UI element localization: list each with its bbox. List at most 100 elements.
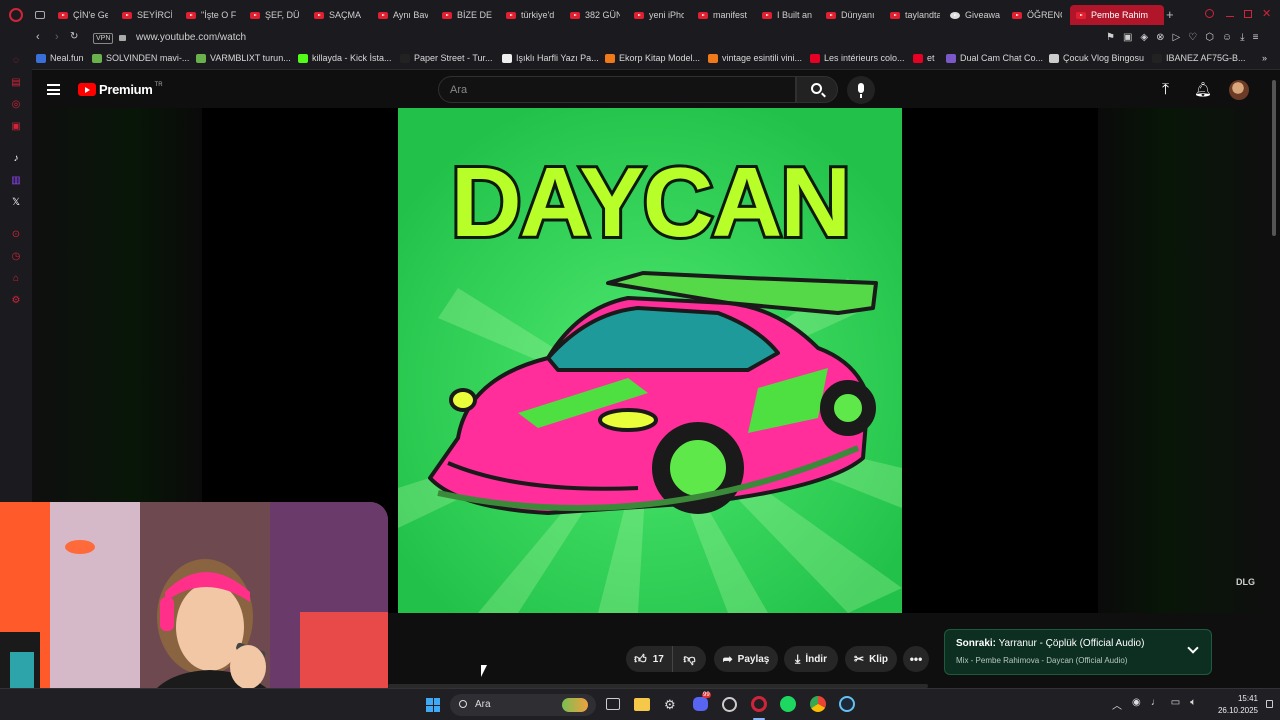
search-tabs-icon[interactable] — [1205, 9, 1214, 18]
channel-watermark[interactable]: DLG — [1236, 577, 1255, 587]
pinboard-icon[interactable]: ⌂ — [10, 273, 22, 285]
video-player[interactable]: DAYCAN — [398, 108, 902, 613]
browser-tab[interactable]: SEYİRCİ — [122, 5, 172, 25]
windows-start-icon[interactable] — [426, 698, 440, 712]
vpn-badge[interactable]: VPN — [93, 33, 114, 44]
bookmark-item[interactable]: SOLVINDEN mavi-... — [92, 53, 189, 63]
notification-center-icon[interactable] — [1266, 700, 1273, 708]
bookmark-item[interactable]: Işıklı Harfli Yazı Pa... — [502, 53, 599, 63]
profile-icon[interactable]: ☺ — [1222, 32, 1232, 43]
tray-display-icon[interactable]: ▭ — [1171, 697, 1180, 712]
bookmark-item[interactable]: Paper Street - Tur... — [400, 53, 493, 63]
upload-icon[interactable]: ⤒ — [1162, 81, 1169, 99]
messenger-icon[interactable]: ◎ — [10, 99, 22, 111]
new-tab-button[interactable]: + — [1166, 7, 1174, 22]
bookmark-item[interactable]: IBANEZ AF75G-B... — [1152, 53, 1246, 63]
bookmarks-overflow-chevron-icon[interactable]: » — [1262, 53, 1267, 63]
more-actions-button[interactable]: ••• — [903, 646, 929, 672]
minimize-icon[interactable] — [1226, 16, 1234, 17]
browser-tab[interactable]: Aynı Bav — [378, 5, 428, 25]
snapshot-icon[interactable]: ▣ — [1123, 32, 1132, 43]
bookmark-item[interactable]: Neal.fun — [36, 53, 84, 63]
bookmark-item[interactable]: et — [913, 53, 935, 63]
browser-tab[interactable]: Giveawa — [950, 5, 1000, 25]
next-up-card[interactable]: Sonraki: Yarranur - Çöplük (Official Aud… — [944, 629, 1212, 675]
notifications-bell-icon[interactable]: 🔔︎ — [1194, 81, 1212, 98]
menu-icon[interactable]: ≡ — [1253, 32, 1259, 43]
tiktok-icon[interactable]: ♪ — [10, 153, 22, 165]
hamburger-menu-icon[interactable] — [47, 84, 60, 95]
bookmark-icon[interactable]: ⚑ — [1106, 32, 1115, 43]
like-button[interactable]: 👍︎ 17 — [626, 646, 672, 672]
browser-tab[interactable]: Dünyanı — [826, 5, 876, 25]
chevron-down-icon[interactable] — [1187, 642, 1199, 654]
browser-tab[interactable]: taylandta — [890, 5, 940, 25]
bookmark-item[interactable]: vintage esintili vini... — [708, 53, 802, 63]
opera-taskbar-icon[interactable] — [751, 696, 767, 712]
search-input[interactable]: Ara — [438, 76, 796, 103]
system-clock[interactable]: 15:41 26.10.2025 — [1206, 693, 1258, 717]
bookmark-item[interactable]: Les intérieurs colo... — [810, 53, 905, 63]
chrome-icon[interactable] — [810, 696, 826, 712]
steam-icon[interactable] — [839, 696, 855, 712]
tray-overflow-chevron-icon[interactable]: ︿ — [1112, 697, 1122, 712]
youtube-logo[interactable]: Premium TR — [78, 82, 163, 97]
bookmark-item[interactable]: VARMBLIXT turun... — [196, 53, 291, 63]
spotify-icon[interactable] — [780, 696, 796, 712]
browser-tab[interactable]: Pembe Rahim — [1070, 5, 1164, 25]
bookmark-item[interactable]: Dual Cam Chat Co... — [946, 53, 1043, 63]
search-button[interactable] — [796, 76, 838, 103]
browser-tab[interactable]: 382 GÜN — [570, 5, 620, 25]
tray-app-icon[interactable]: ◉ — [1132, 697, 1141, 712]
history-icon[interactable]: ◷ — [10, 251, 22, 263]
clip-button[interactable]: ✂ Klip — [845, 646, 897, 672]
browser-tab[interactable]: yeni iPho — [634, 5, 684, 25]
browser-tab[interactable]: manifest — [698, 5, 748, 25]
download-button[interactable]: ⤓ İndir — [784, 646, 838, 672]
browser-tab[interactable]: I Built an — [762, 5, 812, 25]
tray-microphone-icon[interactable]: ♩ — [1151, 697, 1161, 712]
download-icon[interactable]: ⤓ — [1240, 32, 1244, 43]
crypto-wallet-icon[interactable]: ▤ — [10, 77, 22, 89]
x-icon[interactable]: 𝕏 — [10, 197, 22, 209]
heart-icon[interactable]: ♡ — [1188, 32, 1197, 43]
browser-tab[interactable]: ÖĞRENC — [1012, 5, 1062, 25]
player-icon[interactable]: ▣ — [10, 121, 22, 133]
aria-icon[interactable]: ◌ — [10, 55, 22, 67]
voice-search-button[interactable] — [847, 76, 875, 104]
dislike-button[interactable]: 👎︎ — [672, 646, 706, 672]
forward-icon[interactable]: › — [55, 31, 59, 43]
app-gear-icon[interactable]: ⚙ — [664, 697, 676, 713]
reload-icon[interactable]: ↻ — [70, 31, 78, 42]
vk-icon[interactable]: ⊙ — [10, 229, 22, 241]
close-tab-icon[interactable]: ⊗ — [1156, 32, 1164, 43]
bookmark-item[interactable]: killayda - Kick İsta... — [298, 53, 392, 63]
page-scrollbar[interactable] — [1272, 80, 1276, 236]
shield-icon[interactable]: ◈ — [1140, 32, 1148, 43]
tab-switcher-icon[interactable] — [35, 11, 45, 19]
settings-icon[interactable]: ⚙ — [10, 295, 22, 307]
task-view-icon[interactable] — [606, 698, 620, 710]
bookmark-item[interactable]: Ekorp Kitap Model... — [605, 53, 700, 63]
avatar[interactable] — [1229, 80, 1249, 100]
opera-logo-icon[interactable] — [9, 8, 23, 22]
bookmark-item[interactable]: Çocuk Vlog Bingosu — [1049, 53, 1144, 63]
play-icon[interactable]: ▷ — [1173, 32, 1181, 43]
browser-tab[interactable]: ÇİN'e Gel — [58, 5, 108, 25]
close-window-icon[interactable]: ✕ — [1262, 7, 1271, 20]
back-icon[interactable]: ‹ — [36, 31, 40, 43]
twitch-icon[interactable]: ▥ — [10, 175, 22, 187]
browser-tab[interactable]: BİZE DE — [442, 5, 492, 25]
browser-tab[interactable]: türkiye'd — [506, 5, 556, 25]
clock-app-icon[interactable] — [722, 697, 737, 712]
share-button[interactable]: ➦ Paylaş — [714, 646, 778, 672]
taskbar-search-input[interactable]: Ara — [450, 694, 596, 716]
browser-tab[interactable]: "İşte O F — [186, 5, 236, 25]
file-explorer-icon[interactable] — [634, 698, 650, 711]
browser-tab[interactable]: SAÇMA — [314, 5, 364, 25]
url-field[interactable]: www.youtube.com/watch — [136, 32, 246, 43]
browser-tab[interactable]: ŞEF, DÜŞ — [250, 5, 300, 25]
discord-icon[interactable]: 99 — [693, 692, 711, 711]
maximize-icon[interactable] — [1244, 10, 1252, 18]
extensions-icon[interactable]: ⬡ — [1205, 32, 1214, 43]
